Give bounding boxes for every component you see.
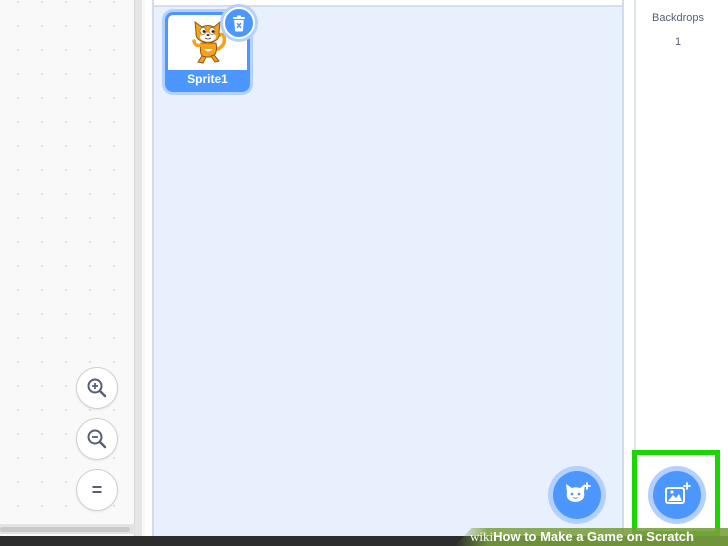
image-plus-icon [665, 482, 691, 504]
zoom-reset-icon: = [91, 480, 103, 500]
watermark-wiki: wiki [470, 529, 494, 544]
watermark-how: How [493, 529, 521, 544]
watermark-title: to Make a Game on Scratch [520, 529, 694, 544]
delete-sprite-button[interactable] [223, 7, 255, 39]
zoom-out-icon [87, 429, 107, 449]
code-scroll-thumb[interactable] [0, 527, 130, 532]
code-vertical-scrollbar[interactable] [134, 0, 142, 536]
stage-selector[interactable] [628, 0, 728, 536]
zoom-reset-button[interactable]: = [76, 469, 118, 511]
zoom-in-button[interactable] [76, 367, 118, 409]
stage-divider [634, 0, 636, 536]
code-area[interactable] [0, 0, 145, 536]
backdrops-label: Backdrops [652, 12, 704, 24]
sprite-pane[interactable]: Sprite1 [152, 0, 624, 536]
cat-sprite-icon [192, 20, 227, 64]
zoom-in-icon [87, 378, 107, 398]
choose-backdrop-button[interactable] [653, 471, 701, 519]
choose-sprite-button[interactable] [553, 471, 601, 519]
backdrops-count: 1 [674, 36, 682, 48]
wikihow-watermark: wikiHow to Make a Game on Scratch [470, 529, 694, 545]
zoom-out-button[interactable] [76, 418, 118, 460]
sprite-name-label: Sprite1 [187, 72, 228, 86]
sprite-info-bar-edge [154, 0, 622, 7]
cat-plus-icon [566, 482, 591, 502]
trash-icon [233, 15, 245, 31]
